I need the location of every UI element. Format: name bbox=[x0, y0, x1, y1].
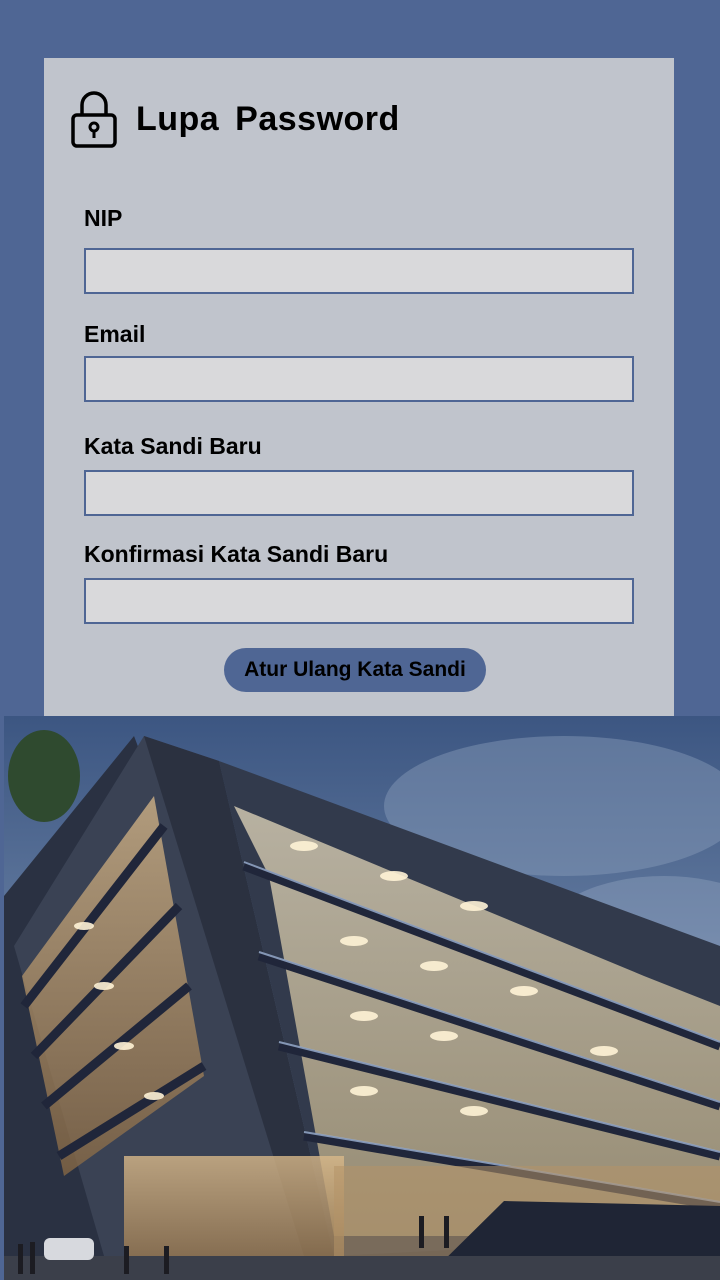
confirm-password-field-group: Konfirmasi Kata Sandi Baru bbox=[84, 540, 634, 624]
new-password-label: Kata Sandi Baru bbox=[84, 433, 262, 459]
new-password-input[interactable] bbox=[84, 470, 634, 516]
email-input[interactable] bbox=[84, 356, 634, 402]
email-field-group: Email bbox=[84, 320, 634, 402]
reset-password-button[interactable]: Atur Ulang Kata Sandi bbox=[224, 648, 486, 692]
lock-icon bbox=[71, 91, 117, 148]
new-password-field-group: Kata Sandi Baru bbox=[84, 432, 634, 516]
confirm-password-input[interactable] bbox=[84, 578, 634, 624]
confirm-password-label: Konfirmasi Kata Sandi Baru bbox=[84, 541, 389, 567]
email-label: Email bbox=[84, 321, 146, 347]
nip-input[interactable] bbox=[84, 248, 634, 294]
page-title: Lupa Password bbox=[136, 99, 400, 138]
nip-label: NIP bbox=[84, 205, 123, 231]
card-header: Lupa Password bbox=[70, 88, 400, 150]
nip-field-group: NIP bbox=[84, 204, 634, 294]
building-photo bbox=[4, 716, 720, 1280]
reset-password-card: Lupa Password NIP Email Kata Sandi Baru … bbox=[44, 58, 674, 716]
